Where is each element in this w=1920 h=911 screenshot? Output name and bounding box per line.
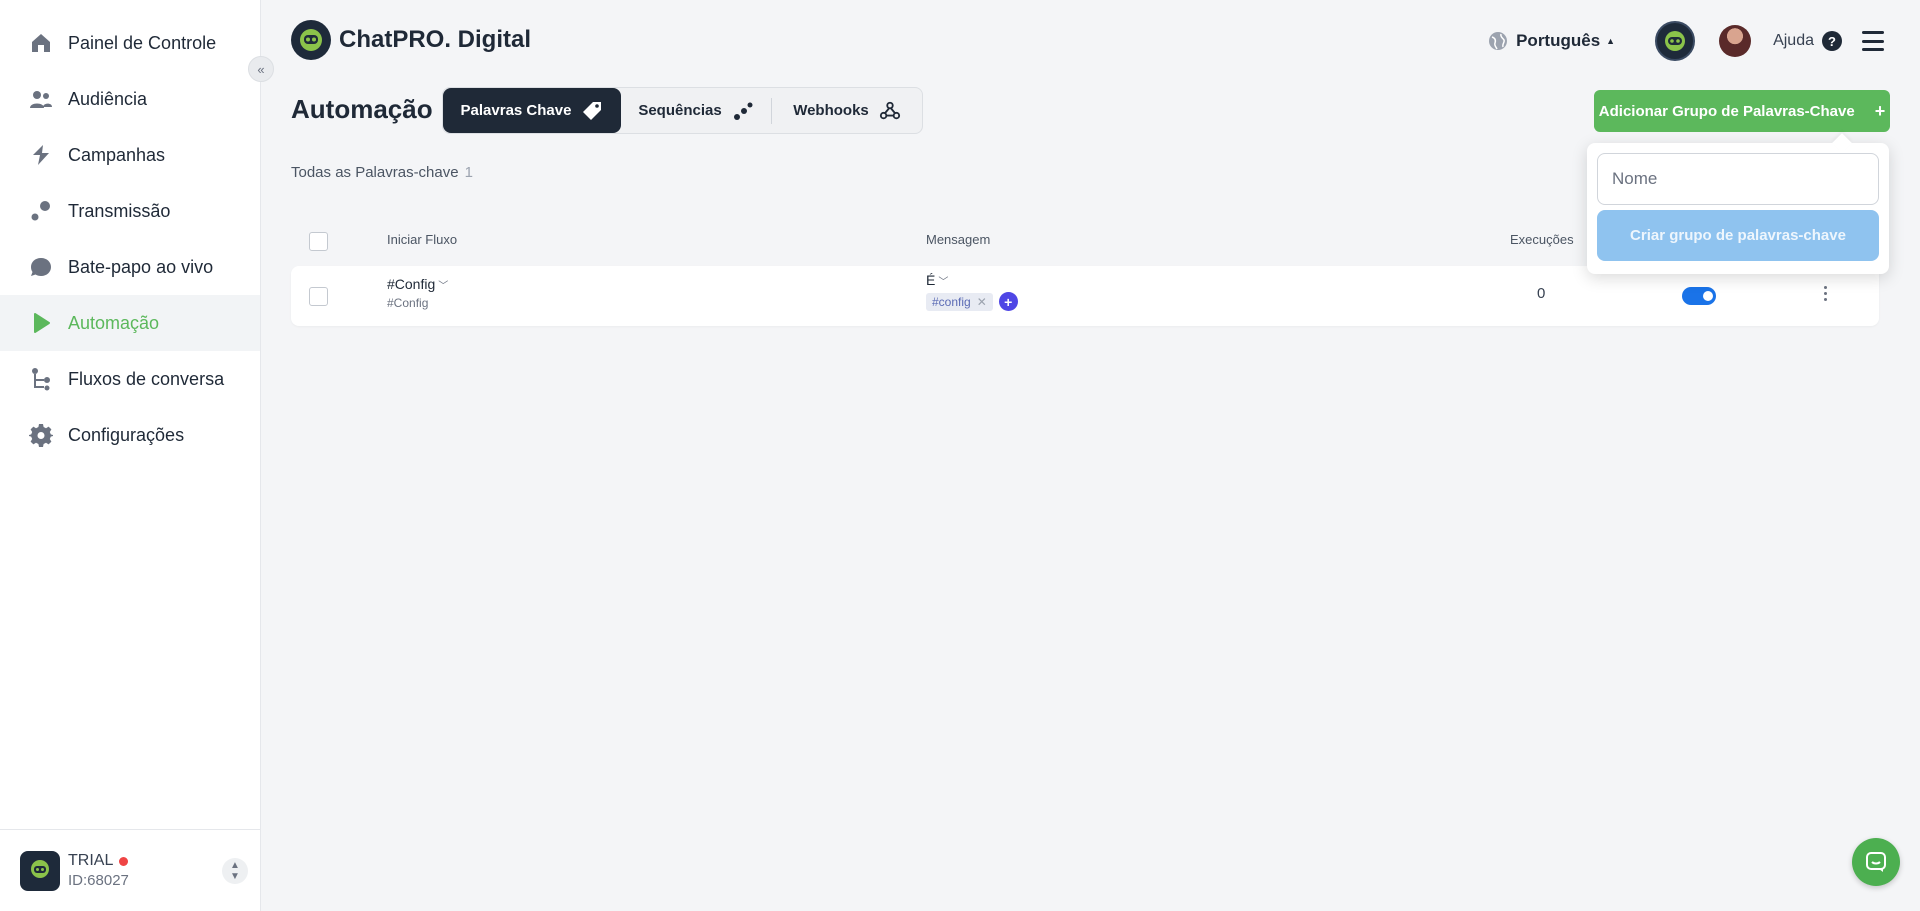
sidebar-item-label: Configurações — [68, 424, 185, 445]
column-header-flow: Iniciar Fluxo — [387, 232, 458, 247]
flow-subtitle: #Config — [387, 296, 429, 310]
help-button[interactable]: Ajuda ? — [1773, 31, 1842, 51]
button-label: Adicionar Grupo de Palavras-Chave — [1598, 102, 1855, 120]
users-icon — [28, 86, 54, 112]
sequence-icon — [732, 100, 754, 122]
plus-icon: + — [1874, 100, 1886, 121]
account-id: ID:68027 — [68, 872, 129, 889]
chevron-down-icon: ﹀ — [438, 281, 449, 292]
bot-avatar[interactable] — [1655, 21, 1696, 61]
create-keyword-group-button[interactable]: Criar grupo de palavras-chave — [1597, 210, 1879, 261]
row-checkbox[interactable] — [309, 287, 328, 306]
all-keywords-filter[interactable]: Todas as Palavras-chave 1 — [291, 164, 473, 181]
status-dot — [119, 856, 129, 866]
chat-icon — [28, 254, 54, 280]
filter-label: Todas as Palavras-chave — [291, 164, 459, 181]
tab-label: Webhooks — [793, 102, 869, 119]
sidebar: Painel de Controle Audiência Campanhas T… — [0, 0, 261, 911]
match-condition-selector[interactable]: É ﹀ — [926, 272, 1018, 288]
keyword-tag: #config ✕ — [926, 292, 993, 311]
brand-name: ChatPRO. Digital — [339, 26, 532, 53]
sidebar-item-label: Campanhas — [68, 144, 166, 165]
sidebar-item-configuracoes[interactable]: Configurações — [0, 407, 260, 463]
sidebar-item-campanhas[interactable]: Campanhas — [0, 127, 260, 183]
tag-icon — [581, 100, 603, 122]
tab-palavras-chave[interactable]: Palavras Chave — [443, 88, 621, 133]
question-icon: ? — [1822, 31, 1842, 51]
add-keyword-group-button[interactable]: Adicionar Grupo de Palavras-Chave + — [1594, 90, 1890, 132]
webhook-icon — [879, 100, 901, 122]
collapse-sidebar-icon[interactable]: « — [248, 56, 274, 82]
tag-label: #config — [932, 294, 971, 309]
column-header-runs: Execuções — [1510, 232, 1574, 247]
sidebar-item-fluxos[interactable]: Fluxos de conversa — [0, 351, 260, 407]
language-label: Português — [1516, 31, 1601, 50]
chevron-down-icon: ﹀ — [938, 277, 949, 288]
column-header-message: Mensagem — [926, 232, 991, 247]
chevron-updown-icon[interactable]: ▲ ▼ — [222, 857, 248, 884]
sidebar-item-label: Bate-papo ao vivo — [68, 256, 214, 277]
hamburger-menu-icon[interactable] — [1862, 31, 1884, 51]
account-plan: TRIAL — [68, 852, 114, 869]
select-all-checkbox[interactable] — [309, 232, 328, 251]
sidebar-item-label: Painel de Controle — [68, 32, 217, 53]
runs-count: 0 — [1537, 285, 1546, 302]
user-avatar[interactable] — [1719, 25, 1752, 57]
sidebar-item-automacao[interactable]: Automação — [0, 295, 260, 351]
close-icon[interactable]: ✕ — [977, 295, 987, 309]
add-keyword-icon[interactable]: + — [998, 292, 1018, 311]
flow-name: #Config — [387, 276, 436, 292]
campaign-icon — [28, 142, 54, 168]
sidebar-item-label: Automação — [68, 312, 160, 333]
more-options-icon[interactable] — [1824, 286, 1827, 301]
tab-label: Sequências — [638, 102, 722, 119]
sidebar-item-transmissao[interactable]: Transmissão — [0, 183, 260, 239]
bot-logo-icon — [291, 20, 331, 60]
sidebar-item-label: Fluxos de conversa — [68, 368, 225, 389]
sidebar-item-label: Transmissão — [68, 200, 171, 221]
group-name-input[interactable] — [1597, 153, 1879, 205]
tab-webhooks[interactable]: Webhooks — [772, 88, 922, 133]
add-group-popup: Criar grupo de palavras-chave — [1587, 143, 1889, 274]
sidebar-item-label: Audiência — [68, 88, 148, 109]
condition-label: É — [926, 272, 936, 288]
language-selector[interactable]: Português ▲ — [1488, 31, 1615, 51]
sidebar-item-audiencia[interactable]: Audiência — [0, 71, 260, 127]
table-row[interactable]: #Config ﹀ #Config É ﹀ #config ✕ + 0 — [291, 266, 1879, 326]
home-icon — [28, 30, 54, 56]
page-title: Automação — [291, 94, 433, 124]
enabled-toggle[interactable] — [1682, 287, 1716, 305]
sidebar-item-bate-papo[interactable]: Bate-papo ao vivo — [0, 239, 260, 295]
automation-icon — [28, 310, 54, 336]
settings-icon — [28, 422, 54, 448]
broadcast-icon — [28, 198, 54, 224]
globe-icon — [1488, 31, 1508, 51]
account-logo — [20, 850, 60, 891]
caret-down-icon: ▲ — [1606, 36, 1616, 46]
flow-icon — [28, 366, 54, 392]
account-switcher[interactable]: TRIAL ID:68027 ▲ ▼ — [0, 829, 260, 911]
automation-tabs: Palavras Chave Sequências Webhooks — [442, 87, 923, 134]
tab-label: Palavras Chave — [460, 102, 572, 119]
keyword-count: 1 — [464, 164, 473, 181]
support-chat-icon[interactable] — [1852, 838, 1900, 886]
tab-sequencias[interactable]: Sequências — [621, 88, 771, 133]
sidebar-item-painel[interactable]: Painel de Controle — [0, 15, 260, 71]
flow-selector[interactable]: #Config ﹀ — [387, 276, 448, 292]
brand-logo[interactable]: ChatPRO. Digital — [291, 20, 531, 60]
help-label: Ajuda — [1773, 32, 1814, 49]
